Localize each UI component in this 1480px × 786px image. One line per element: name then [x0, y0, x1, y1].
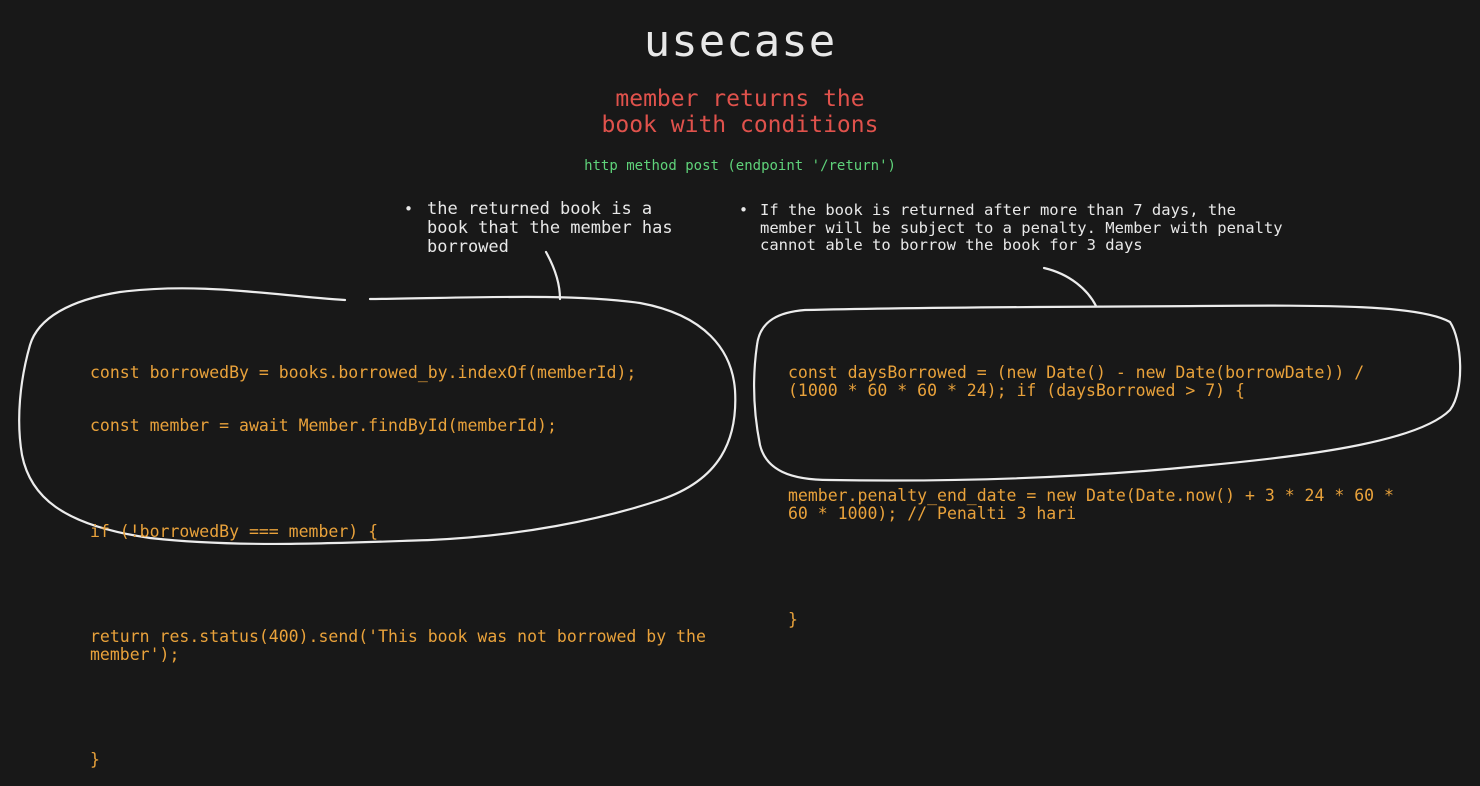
left-code-block: const borrowedBy = books.borrowed_by.ind… [90, 329, 712, 786]
code-line: } [90, 750, 100, 770]
code-line: member.penalty_end_date = new Date(Date.… [788, 486, 1404, 523]
code-line: const borrowedBy = books.borrowed_by.ind… [90, 363, 637, 383]
use-case-heading: member returns the book with conditions [601, 86, 879, 138]
left-note-bullet: • [404, 200, 414, 218]
right-note-text: If the book is returned after more than … [760, 201, 1283, 254]
page-title: usecase [643, 16, 837, 67]
left-connector [544, 250, 562, 301]
code-line: const daysBorrowed = (new Date() - new D… [788, 363, 1375, 400]
code-line: if (!borrowedBy === member) { [90, 521, 379, 541]
code-line: return res.status(400).send('This book w… [90, 627, 716, 664]
code-line: const member = await Member.findById(mem… [90, 415, 557, 435]
right-note-bullet: • [739, 201, 749, 219]
left-note-text: the returned book is a book that the mem… [427, 199, 673, 257]
code-line: } [788, 609, 798, 629]
right-connector [1042, 266, 1098, 308]
endpoint-label: http method post (endpoint '/return') [584, 158, 896, 174]
right-code-block: const daysBorrowed = (new Date() - new D… [788, 329, 1418, 646]
